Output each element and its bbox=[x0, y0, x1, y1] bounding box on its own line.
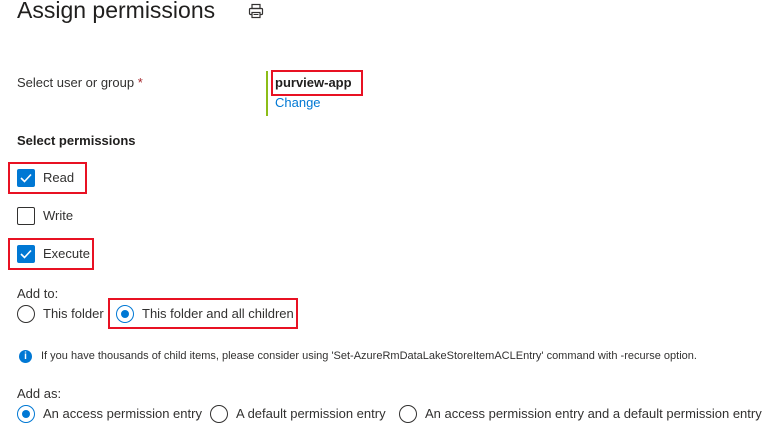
selected-user-name: purview-app bbox=[275, 75, 352, 90]
permissions-heading: Select permissions bbox=[17, 133, 136, 148]
page-title: Assign permissions bbox=[17, 0, 216, 23]
selected-user-accent-bar bbox=[266, 71, 268, 116]
checkmark-icon bbox=[20, 249, 32, 259]
checkmark-icon bbox=[20, 173, 32, 183]
add-to-this-folder-radio[interactable] bbox=[17, 305, 35, 323]
add-as-both-label: An access permission entry and a default… bbox=[425, 406, 762, 421]
print-icon[interactable] bbox=[248, 3, 264, 19]
change-user-link[interactable]: Change bbox=[275, 95, 321, 111]
add-to-all-children-label: This folder and all children bbox=[142, 306, 294, 321]
user-field-label-text: Select user or group bbox=[17, 75, 135, 90]
write-label: Write bbox=[43, 208, 74, 223]
info-message: If you have thousands of child items, pl… bbox=[41, 350, 697, 362]
add-as-both-radio[interactable] bbox=[399, 405, 417, 423]
add-as-default-label: A default permission entry bbox=[236, 406, 386, 421]
required-marker: * bbox=[137, 75, 143, 90]
user-field-label: Select user or group * bbox=[17, 75, 143, 91]
execute-label: Execute bbox=[43, 246, 90, 261]
add-as-access-radio[interactable] bbox=[17, 405, 35, 423]
add-as-access-label: An access permission entry bbox=[43, 406, 202, 421]
read-checkbox[interactable] bbox=[17, 169, 35, 187]
add-to-all-children-radio[interactable] bbox=[116, 305, 134, 323]
add-as-label: Add as: bbox=[17, 386, 62, 401]
execute-checkbox[interactable] bbox=[17, 245, 35, 263]
add-as-default-radio[interactable] bbox=[210, 405, 228, 423]
add-to-this-folder-label: This folder bbox=[43, 306, 104, 321]
read-label: Read bbox=[43, 170, 75, 185]
info-icon: i bbox=[19, 350, 32, 363]
write-checkbox[interactable] bbox=[17, 207, 35, 225]
add-to-label: Add to: bbox=[17, 286, 59, 301]
